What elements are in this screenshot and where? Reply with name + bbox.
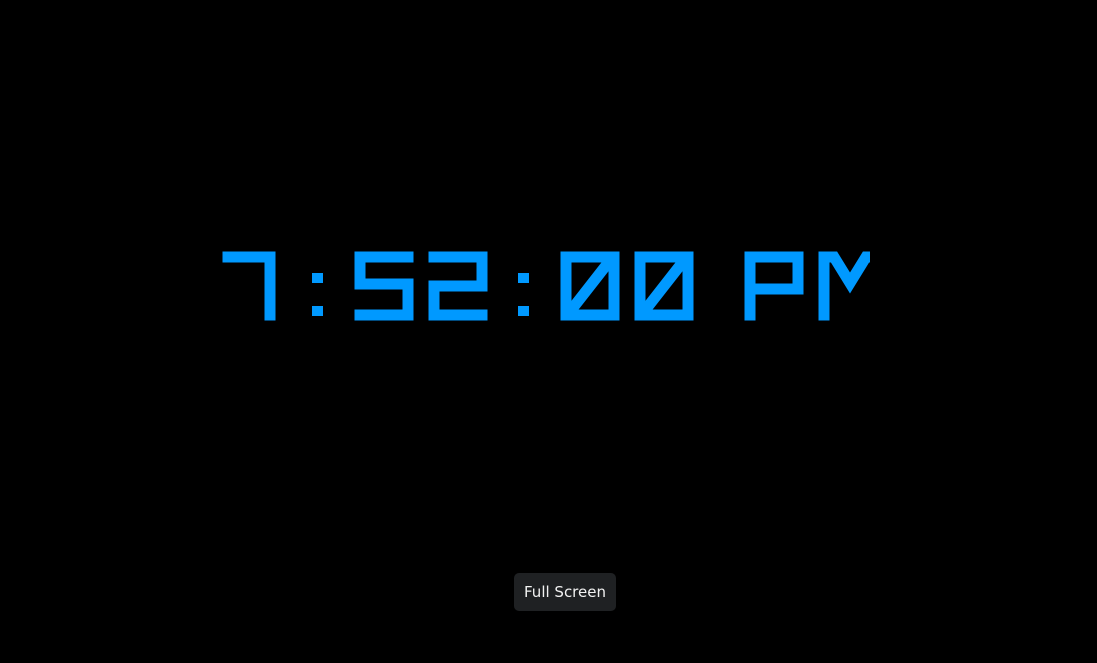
colon-separator-1	[288, 246, 348, 326]
digital-clock	[214, 246, 870, 326]
colon-2-dot-1	[518, 273, 529, 283]
seconds-digit-0-0	[560, 251, 620, 321]
minutes-digit-2-1	[428, 251, 488, 321]
period-letter-p-0	[744, 251, 804, 321]
hours-display	[214, 246, 288, 326]
period-display	[700, 246, 870, 326]
clock-page: Full Screen	[0, 0, 1097, 663]
colon-2-dot-2	[518, 306, 529, 316]
seconds-digits	[560, 251, 694, 321]
seconds-display	[554, 246, 700, 326]
colon-separator-2	[494, 246, 554, 326]
seconds-digit-0-1	[634, 251, 694, 321]
hours-digit-7-0	[222, 251, 276, 321]
period-letter-m-1	[818, 251, 870, 321]
colon-glyph	[518, 273, 529, 316]
colon-glyph	[312, 273, 323, 316]
hours-digits	[222, 251, 276, 321]
minutes-digits	[354, 251, 488, 321]
minutes-digit-5-0	[354, 251, 414, 321]
fullscreen-button[interactable]: Full Screen	[514, 573, 616, 611]
colon-1-dot-1	[312, 273, 323, 283]
am-pm-indicator	[744, 251, 870, 321]
colon-1-dot-2	[312, 306, 323, 316]
minutes-display	[348, 246, 494, 326]
